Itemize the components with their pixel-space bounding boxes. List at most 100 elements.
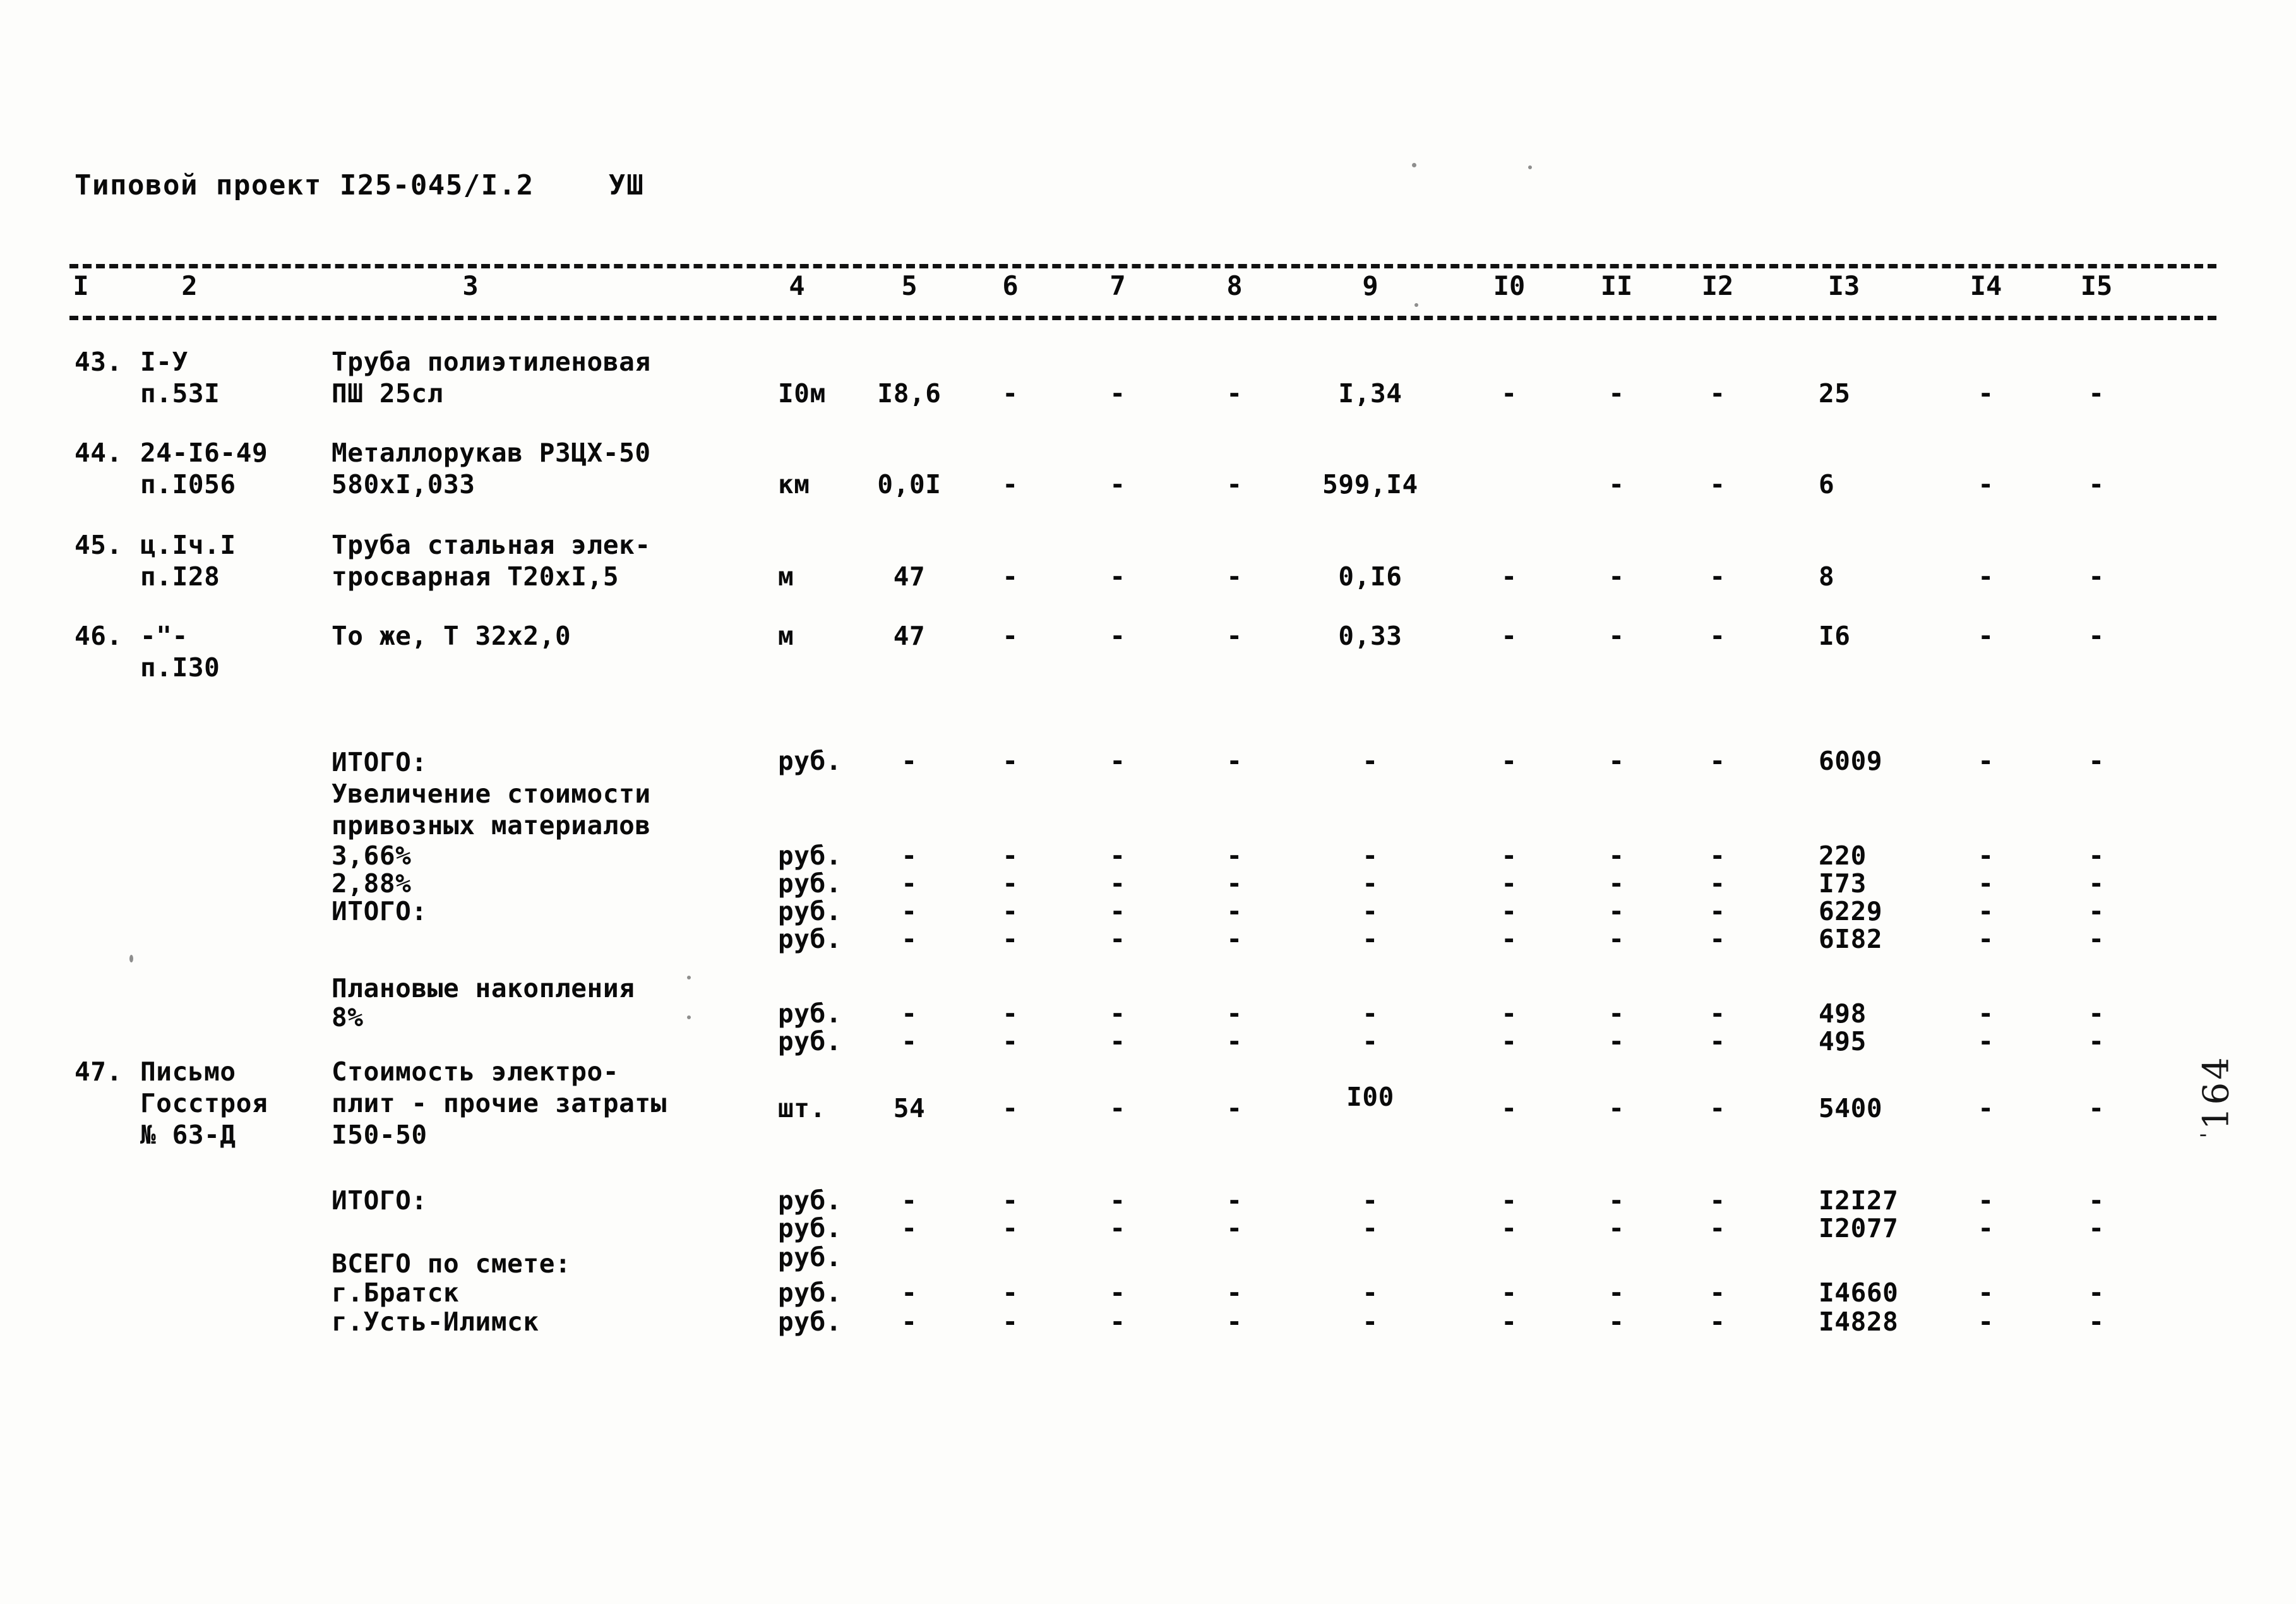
table-cell-c11: - [1608, 1093, 1625, 1123]
table-cell-desc: привозных материалов [332, 810, 651, 841]
table-cell-dash: - [1709, 1307, 1726, 1337]
table-cell-dash: - [1608, 1307, 1625, 1337]
table-cell-dash: - [1608, 896, 1625, 926]
table-cell-dash: - [1608, 746, 1625, 776]
table-cell-dash: - [1501, 924, 1517, 954]
table-cell-dash: - [1978, 868, 1994, 899]
table-cell-c6: - [1002, 1093, 1019, 1123]
table-cell-dash: - [901, 998, 918, 1029]
table-cell-dash: - [901, 1213, 918, 1243]
table-cell-c13: I4660 [1819, 1278, 1899, 1308]
table-cell-unit: руб. [778, 746, 842, 776]
table-cell-c11: - [1608, 378, 1625, 409]
scan-speck [1528, 165, 1532, 169]
table-cell-dash: - [1709, 1213, 1726, 1243]
table-cell-dash: - [1978, 1026, 1994, 1056]
table-cell-dash: - [1362, 746, 1378, 776]
table-cell-c6: - [1002, 561, 1019, 592]
table-cell-c15: - [2088, 378, 2105, 409]
table-cell-num: 47. [75, 1056, 123, 1087]
table-cell-dash: - [1109, 746, 1126, 776]
table-cell-c9: I00 [1346, 1082, 1394, 1112]
table-cell-dash: - [1501, 1185, 1517, 1216]
table-cell-c11: - [1608, 561, 1625, 592]
table-cell-dash: - [1709, 841, 1726, 871]
table-cell-dash: - [901, 896, 918, 926]
table-cell-dash: - [1608, 868, 1625, 899]
table-cell-desc: ПШ 25сл [332, 378, 443, 409]
table-cell-num: 44. [75, 438, 123, 468]
table-cell-dash: - [1608, 924, 1625, 954]
table-cell-dash: - [1362, 1026, 1378, 1056]
table-cell-code: п.I28 [140, 561, 220, 592]
table-cell-unit: руб. [778, 1213, 842, 1243]
table-cell-dash: - [1978, 896, 1994, 926]
table-cell-unit: руб. [778, 1278, 842, 1308]
table-cell-dash: - [1978, 1213, 1994, 1243]
table-cell-unit: I0м [778, 378, 826, 409]
table-cell-desc: ИТОГО: [332, 896, 428, 926]
table-cell-dash: - [1978, 746, 1994, 776]
table-cell-dash: - [1002, 1026, 1019, 1056]
table-cell-dash: - [1002, 868, 1019, 899]
table-cell-dash: - [901, 746, 918, 776]
table-cell-code: п.I30 [140, 652, 220, 683]
table-cell-dash: - [1002, 746, 1019, 776]
table-cell-code: п.I056 [140, 469, 236, 500]
table-cell-unit: руб. [778, 1026, 842, 1056]
table-cell-c8: - [1226, 378, 1243, 409]
table-cell-c12: - [1709, 621, 1726, 651]
table-cell-c11: - [1608, 469, 1625, 500]
table-cell-dash: - [1002, 1213, 1019, 1243]
table-cell-unit: км [778, 469, 810, 500]
table-cell-dash: - [1226, 868, 1243, 899]
table-cell-code: ц.Iч.I [140, 530, 236, 560]
table-cell-dash: - [1226, 1307, 1243, 1337]
table-cell-dash: - [2088, 998, 2105, 1029]
table-cell-unit: руб. [778, 896, 842, 926]
table-cell-dash: - [1362, 998, 1378, 1029]
table-cell-c15: - [2088, 561, 2105, 592]
table-cell-dash: - [1501, 1213, 1517, 1243]
table-cell-dash: - [1608, 1278, 1625, 1308]
table-cell-c10: - [1501, 621, 1517, 651]
table-cell-c6: - [1002, 378, 1019, 409]
table-cell-dash: - [1501, 1307, 1517, 1337]
table-cell-desc: 8% [332, 1002, 364, 1032]
table-cell-desc: ИТОГО: [332, 747, 428, 777]
table-cell-code: п.53I [140, 378, 220, 409]
table-cell-c6: - [1002, 621, 1019, 651]
table-cell-c15: - [2088, 1093, 2105, 1123]
table-cell-c13: I2I27 [1819, 1185, 1899, 1216]
table-cell-c10: - [1501, 561, 1517, 592]
table-cell-desc: ВСЕГО по смете: [332, 1248, 571, 1279]
table-cell-dash: - [1226, 1278, 1243, 1308]
table-cell-c13: 8 [1819, 561, 1835, 592]
table-cell-dash: - [1501, 1278, 1517, 1308]
table-cell-c13: I4828 [1819, 1307, 1899, 1337]
table-cell-c7: - [1109, 621, 1126, 651]
table-cell-c13: 25 [1819, 378, 1851, 409]
table-cell-c6: - [1002, 469, 1019, 500]
table-cell-code: 24-I6-49 [140, 438, 268, 468]
table-cell-dash: - [1501, 1026, 1517, 1056]
table-cell-dash: - [2088, 1026, 2105, 1056]
table-cell-dash: - [1709, 896, 1726, 926]
scan-speck [1412, 163, 1416, 167]
table-cell-dash: - [1226, 998, 1243, 1029]
table-cell-dash: - [1501, 896, 1517, 926]
table-cell-dash: - [1002, 998, 1019, 1029]
table-cell-c9: 0,I6 [1338, 561, 1402, 592]
table-cell-dash: - [2088, 1185, 2105, 1216]
table-cell-dash: - [1501, 841, 1517, 871]
table-cell-dash: - [1362, 1213, 1378, 1243]
table-cell-dash: - [1002, 896, 1019, 926]
table-cell-dash: - [901, 924, 918, 954]
table-cell-code: I-У [140, 347, 188, 377]
table-cell-dash: - [1608, 998, 1625, 1029]
table-cell-dash: - [901, 868, 918, 899]
table-cell-unit: руб. [778, 1185, 842, 1216]
table-cell-dash: - [1002, 841, 1019, 871]
table-cell-dash: - [1109, 841, 1126, 871]
table-cell-dash: - [1226, 746, 1243, 776]
